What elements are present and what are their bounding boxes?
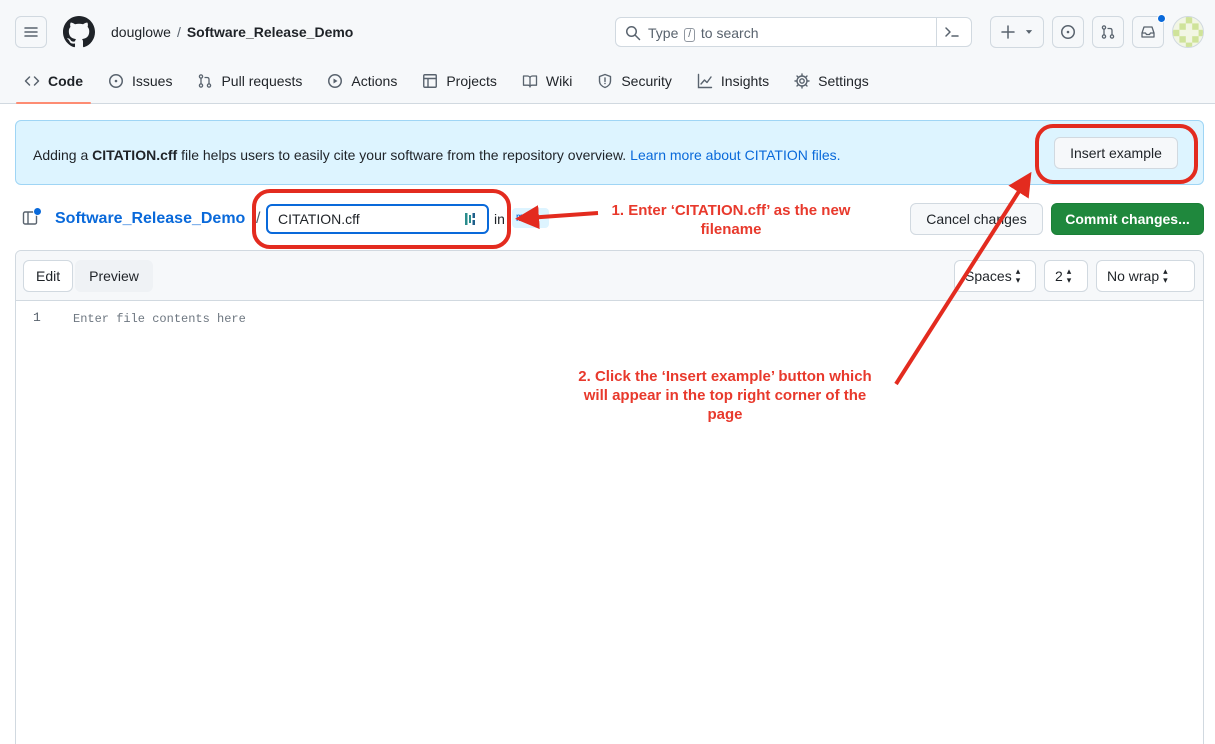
plus-icon [1001,25,1015,39]
tab-insights[interactable]: Insights [689,64,777,98]
tab-insights-label: Insights [720,73,770,89]
commit-changes-button[interactable]: Commit changes... [1051,203,1204,235]
editor-toolbar: Edit Preview Spaces ▴ ▾ 2 ▴ ▾ No wrap ▴ ▾ [16,251,1203,301]
file-tree-indicator [33,207,42,216]
search-prefix: Type [648,25,679,41]
tab-code[interactable]: Code [16,64,91,104]
book-icon [522,75,538,88]
annotation-ring-filename [252,189,511,249]
tab-security[interactable]: Security [589,64,680,98]
tab-pull-requests[interactable]: Pull requests [189,64,310,98]
tab-actions[interactable]: Actions [319,64,405,98]
annotation-step2-line3: page [707,406,743,423]
annotation-step1-line2: filename [700,221,762,238]
banner-text-post: file helps users to easily cite your sof… [177,147,627,163]
hamburger-icon [24,27,38,37]
citation-banner-message: Adding a CITATION.cff file helps users t… [33,145,841,165]
wrap-mode-select[interactable]: No wrap ▴ ▾ [1096,260,1195,292]
tab-code-label: Code [48,73,83,89]
tab-settings-label: Settings [818,73,869,89]
tab-pull-requests-label: Pull requests [221,73,303,89]
editor-mode-tabs: Edit Preview [23,260,153,292]
search-suffix: to search [700,25,759,41]
search-input[interactable]: Type / to search [615,17,972,47]
menu-button[interactable] [15,16,47,48]
select-caret-icon: ▴ ▾ [1015,266,1021,285]
tab-settings[interactable]: Settings [786,64,877,98]
select-caret-icon: ▴ ▾ [1163,266,1168,285]
search-icon [626,26,641,41]
repo-nav-tabs: Code Issues Pull requests Actions Projec… [16,64,886,104]
notification-indicator [1157,14,1166,23]
line-number: 1 [33,310,41,325]
annotation-ring-insert-example [1035,124,1198,184]
indent-size-select[interactable]: 2 ▴ ▾ [1044,260,1088,292]
issue-opened-icon [1061,25,1075,39]
git-pull-request-icon [1101,25,1115,39]
repo-name-link[interactable]: Software_Release_Demo [187,24,354,40]
tab-edit[interactable]: Edit [23,260,74,292]
issue-opened-icon [109,74,123,88]
identicon-icon [1173,17,1203,47]
triangle-down-icon [1025,30,1033,34]
git-pull-request-icon [199,74,212,88]
editor-placeholder[interactable]: Enter file contents here [73,312,246,326]
repo-breadcrumb: douglowe / Software_Release_Demo [111,22,353,42]
github-logo-icon[interactable] [63,16,95,48]
annotation-step2-line1: 2. Click the ‘Insert example’ button whi… [578,368,872,385]
tab-preview[interactable]: Preview [75,260,153,292]
app-header: douglowe / Software_Release_Demo Type / to… [0,0,1215,104]
annotation-step2: 2. Click the ‘Insert example’ button whi… [555,367,895,424]
file-editor: Edit Preview Spaces ▴ ▾ 2 ▴ ▾ No wrap ▴ ▾ 1… [15,250,1204,744]
indent-size-value: 2 [1055,268,1063,284]
code-icon [24,76,40,86]
citation-banner: Adding a CITATION.cff file helps users t… [15,120,1204,185]
search-placeholder: Type / to search [648,24,759,43]
shield-icon [599,73,612,89]
annotation-step2-line2: will appear in the top right corner of t… [583,387,867,404]
breadcrumb-repo-link[interactable]: Software_Release_Demo [55,208,245,230]
select-caret-icon: ▴ ▾ [1066,266,1072,285]
search-shortcut-key: / [684,28,696,42]
play-icon [328,74,343,88]
cancel-changes-button[interactable]: Cancel changes [910,203,1043,235]
tab-wiki-label: Wiki [545,73,573,89]
command-palette-icon[interactable] [944,24,960,40]
user-avatar[interactable] [1172,16,1204,48]
owner-link[interactable]: douglowe [111,24,171,40]
learn-more-citation-link[interactable]: Learn more about CITATION files. [630,147,840,163]
tab-issues[interactable]: Issues [100,64,180,98]
pull-requests-button[interactable] [1092,16,1124,48]
gear-icon [794,73,810,89]
inbox-icon [1141,26,1155,38]
branch-name-badge: ma [512,208,549,228]
tab-projects-label: Projects [446,73,497,89]
wrap-mode-value: No wrap [1107,268,1160,284]
issues-button[interactable] [1052,16,1084,48]
banner-filename: CITATION.cff [92,147,178,163]
table-icon [423,74,438,88]
tab-wiki[interactable]: Wiki [514,64,580,98]
breadcrumb-separator: / [176,24,181,40]
search-divider [936,18,937,46]
graph-icon [697,73,713,89]
tab-security-label: Security [621,73,672,89]
create-new-button[interactable] [990,16,1044,48]
tab-issues-label: Issues [132,73,173,89]
annotation-step1: 1. Enter ‘CITATION.cff’ as the new filen… [596,201,866,239]
indent-mode-value: Spaces [965,268,1012,284]
banner-text-pre: Adding a [33,147,93,163]
tab-actions-label: Actions [351,73,398,89]
indent-mode-select[interactable]: Spaces ▴ ▾ [954,260,1036,292]
annotation-step1-line1: 1. Enter ‘CITATION.cff’ as the new [611,202,851,219]
tab-projects[interactable]: Projects [414,64,505,98]
